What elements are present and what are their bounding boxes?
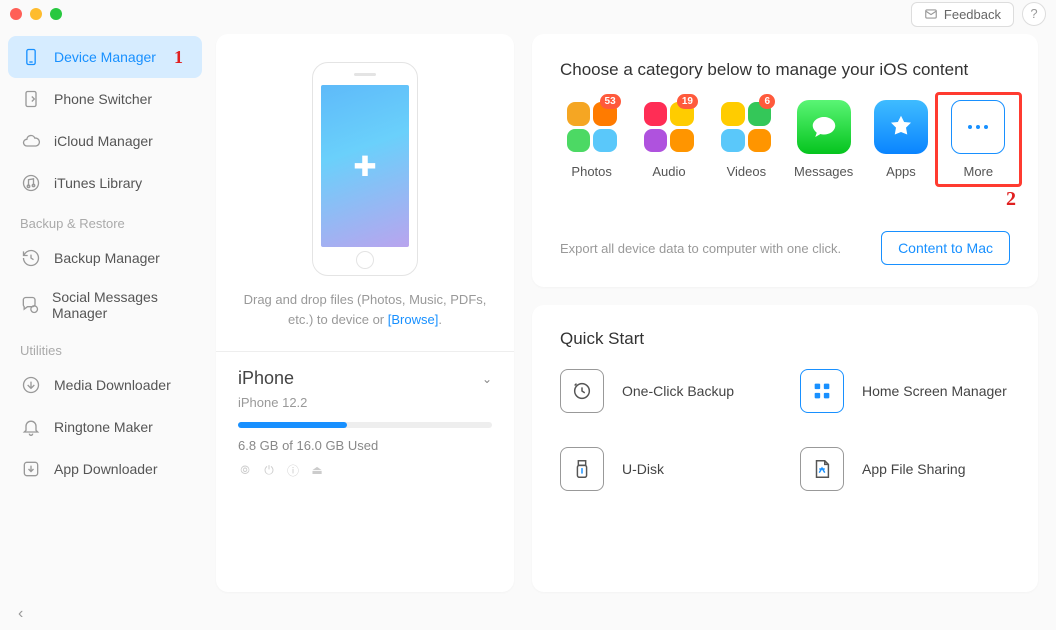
sidebar-item-label: Ringtone Maker	[54, 419, 153, 435]
sidebar-section-utilities: Utilities	[8, 331, 202, 364]
qs-u-disk[interactable]: U-Disk	[560, 447, 770, 491]
feedback-label: Feedback	[944, 7, 1001, 22]
qs-one-click-backup[interactable]: One-Click Backup	[560, 369, 770, 413]
home-screen-icon	[800, 369, 844, 413]
cat-videos[interactable]: 6 Videos	[715, 100, 778, 179]
sidebar-item-device-manager[interactable]: Device Manager 1	[8, 36, 202, 78]
sidebar-item-ringtone-maker[interactable]: Ringtone Maker	[8, 406, 202, 448]
sidebar-item-label: Device Manager	[54, 49, 156, 65]
sidebar-item-backup-manager[interactable]: Backup Manager	[8, 237, 202, 279]
mail-icon	[924, 7, 938, 21]
device-mini-icons: ⦾ ⏻ ⓘ ⏏	[238, 463, 492, 477]
badge: 6	[759, 94, 775, 109]
category-title: Choose a category below to manage your i…	[560, 60, 1010, 80]
sidebar-item-app-downloader[interactable]: App Downloader	[8, 448, 202, 490]
sidebar-item-label: iTunes Library	[54, 175, 142, 191]
content-to-mac-button[interactable]: Content to Mac	[881, 231, 1010, 265]
badge: 19	[677, 94, 698, 109]
eject-icon[interactable]: ⏏	[310, 463, 324, 477]
feedback-button[interactable]: Feedback	[911, 2, 1014, 27]
sidebar-item-label: Social Messages Manager	[52, 289, 190, 321]
sidebar-item-label: Media Downloader	[54, 377, 171, 393]
help-button[interactable]: ?	[1022, 2, 1046, 26]
chat-icon	[20, 294, 40, 316]
cat-apps[interactable]: Apps	[869, 100, 932, 179]
help-label: ?	[1030, 6, 1037, 21]
badge: 53	[600, 94, 621, 109]
qs-home-screen-manager[interactable]: Home Screen Manager	[800, 369, 1010, 413]
bell-icon	[20, 416, 42, 438]
info-icon[interactable]: ⓘ	[286, 463, 300, 477]
device-dropdown[interactable]: ⌄	[482, 372, 492, 386]
device-name: iPhone	[238, 368, 294, 389]
sidebar-item-label: Backup Manager	[54, 250, 160, 266]
annotation-step1: 1	[174, 47, 183, 68]
export-text: Export all device data to computer with …	[560, 241, 841, 256]
qs-app-file-sharing[interactable]: App File Sharing	[800, 447, 1010, 491]
device-os: iPhone 12.2	[238, 395, 492, 410]
sidebar-item-label: iCloud Manager	[54, 133, 153, 149]
sidebar-item-phone-switcher[interactable]: Phone Switcher	[8, 78, 202, 120]
storage-text: 6.8 GB of 16.0 GB Used	[238, 438, 492, 453]
phone-preview[interactable]: ✚	[312, 62, 418, 276]
device-icon	[20, 46, 42, 68]
usb-icon	[560, 447, 604, 491]
cat-audio[interactable]: 19 Audio	[637, 100, 700, 179]
window-minimize[interactable]	[30, 8, 42, 20]
backup-icon	[560, 369, 604, 413]
cat-photos[interactable]: 53 Photos	[560, 100, 623, 179]
window-zoom[interactable]	[50, 8, 62, 20]
switcher-icon	[20, 88, 42, 110]
annotation-step2: 2	[1006, 188, 1016, 211]
file-sharing-icon	[800, 447, 844, 491]
browse-link[interactable]: [Browse]	[388, 312, 439, 327]
cat-messages[interactable]: Messages	[792, 100, 855, 179]
storage-bar	[238, 422, 492, 428]
history-icon	[20, 247, 42, 269]
sidebar-item-social-messages[interactable]: Social Messages Manager	[8, 279, 202, 331]
quickstart-title: Quick Start	[560, 329, 1010, 349]
back-button[interactable]: ‹	[18, 605, 23, 623]
sidebar-item-itunes-library[interactable]: iTunes Library	[8, 162, 202, 204]
window-close[interactable]	[10, 8, 22, 20]
quickstart-panel: Quick Start One-Click Backup	[532, 305, 1038, 592]
cloud-icon	[20, 130, 42, 152]
sidebar-section-backup: Backup & Restore	[8, 204, 202, 237]
sidebar-item-label: App Downloader	[54, 461, 158, 477]
device-panel: ✚ Drag and drop files (Photos, Music, PD…	[216, 34, 514, 592]
power-icon[interactable]: ⏻	[262, 463, 276, 477]
plus-icon: ✚	[353, 150, 376, 183]
sidebar-item-label: Phone Switcher	[54, 91, 152, 107]
drop-text: Drag and drop files (Photos, Music, PDFs…	[236, 290, 494, 329]
app-download-icon	[20, 458, 42, 480]
sidebar-item-icloud-manager[interactable]: iCloud Manager	[8, 120, 202, 162]
itunes-icon	[20, 172, 42, 194]
globe-icon[interactable]: ⦾	[238, 463, 252, 477]
sidebar-item-media-downloader[interactable]: Media Downloader	[8, 364, 202, 406]
category-panel: Choose a category below to manage your i…	[532, 34, 1038, 287]
cat-more[interactable]: More 2	[947, 100, 1010, 179]
download-icon	[20, 374, 42, 396]
